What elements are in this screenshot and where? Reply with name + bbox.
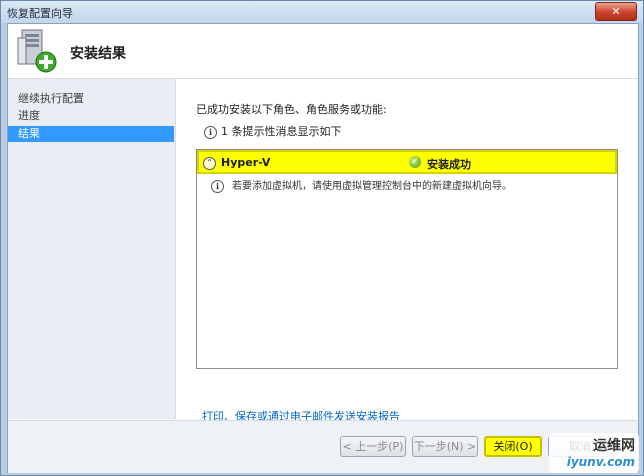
wizard-window: 恢复配置向导 ✕ 安装结果 继续执行配置 进度 结果 已成功安装以下角色、角色服… [0, 0, 644, 476]
main-panel: 已成功安装以下角色、角色服务或功能: i 1 条提示性消息显示如下 ⌃ Hyper… [176, 79, 638, 423]
wizard-footer: < 上一步(P) 下一步(N) > 关闭(O) 取消 [8, 420, 638, 473]
status-badge: 安装成功 [427, 158, 471, 171]
info-icon: i [204, 125, 217, 139]
results-list[interactable]: ⌃ Hyper-V ✓ 安装成功 i 若要添加虚拟机，请使用虚拟管理控制台中的新建… [196, 149, 618, 369]
result-detail: i 若要添加虚拟机，请使用虚拟管理控制台中的新建虚拟机向导。 [211, 177, 512, 193]
prev-button[interactable]: < 上一步(P) [340, 436, 406, 457]
window-title: 恢复配置向导 [7, 7, 73, 20]
close-button[interactable]: 关闭(O) [484, 436, 542, 457]
page-title: 安装结果 [70, 46, 126, 62]
sidebar-item-continue-config[interactable]: 继续执行配置 [8, 91, 174, 107]
result-detail-text: 若要添加虚拟机，请使用虚拟管理控制台中的新建虚拟机向导。 [232, 181, 512, 192]
success-check-icon: ✓ [409, 156, 421, 168]
title-bar[interactable]: 恢复配置向导 ✕ [1, 1, 643, 23]
info-summary-text: 1 条提示性消息显示如下 [221, 125, 342, 138]
wizard-sidebar: 继续执行配置 进度 结果 [8, 79, 176, 419]
sidebar-item-progress[interactable]: 进度 [8, 108, 174, 124]
info-summary: i 1 条提示性消息显示如下 [204, 123, 342, 139]
watermark-logo: 运维网 iyunv.com [549, 433, 639, 473]
result-row-hyper-v[interactable]: ⌃ Hyper-V ✓ 安装成功 [197, 150, 617, 174]
watermark-url: iyunv.com [566, 455, 635, 469]
page-header: 安装结果 [8, 24, 638, 79]
info-icon: i [211, 179, 224, 193]
intro-text: 已成功安装以下角色、角色服务或功能: [196, 103, 387, 116]
next-button[interactable]: 下一步(N) > [412, 436, 478, 457]
collapse-icon[interactable]: ⌃ [203, 157, 216, 170]
sidebar-item-results[interactable]: 结果 [8, 126, 174, 142]
role-name: Hyper-V [221, 156, 271, 169]
watermark-text: 运维网 [593, 438, 635, 454]
server-install-icon [17, 29, 57, 73]
wizard-client: 安装结果 继续执行配置 进度 结果 已成功安装以下角色、角色服务或功能: i 1 … [7, 23, 639, 473]
window-close-button[interactable]: ✕ [595, 2, 637, 21]
